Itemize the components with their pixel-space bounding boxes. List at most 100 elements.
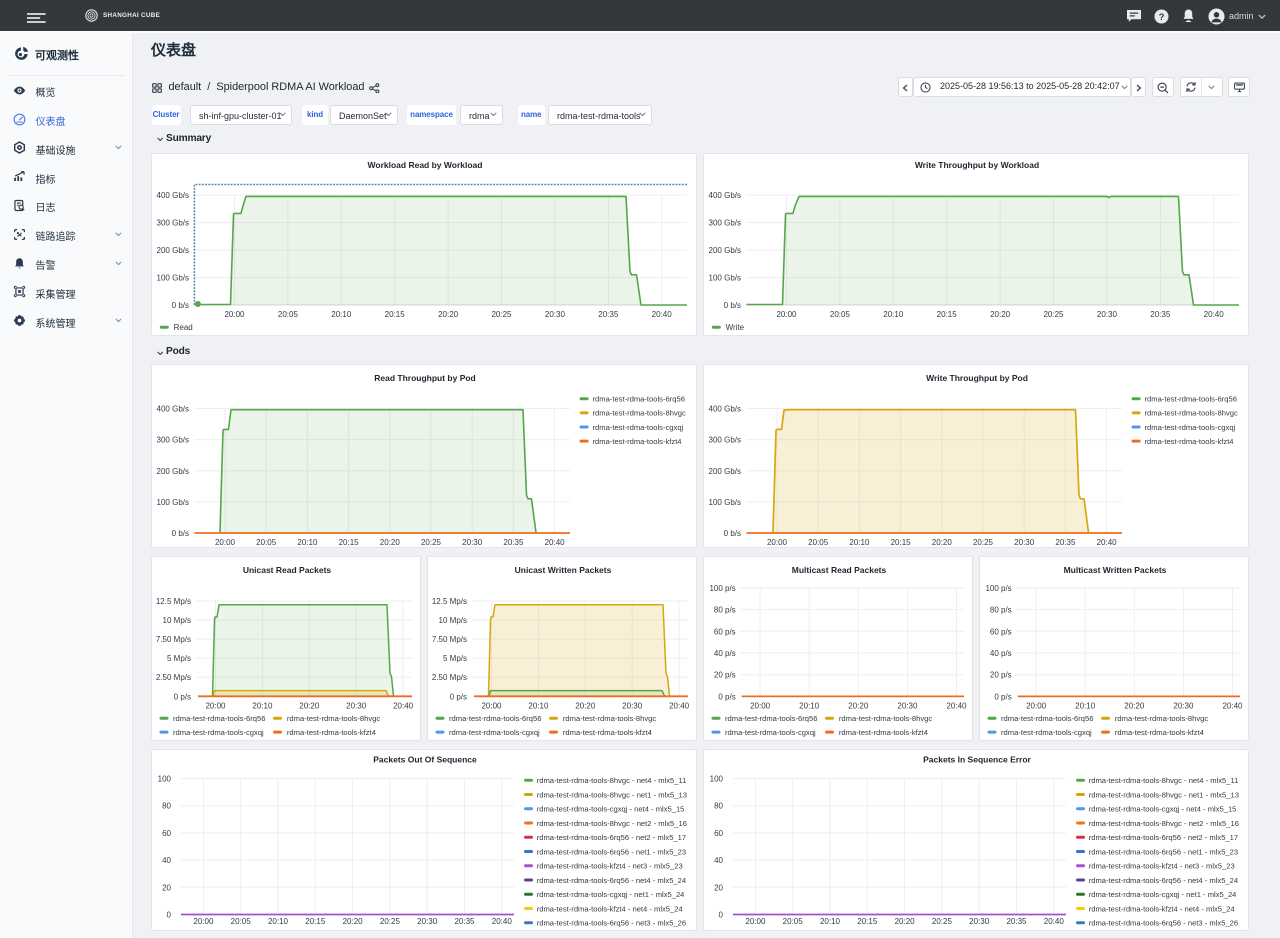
svg-text:100: 100 [158,775,172,784]
svg-text:0 p/s: 0 p/s [450,692,467,701]
svg-text:40: 40 [162,856,171,865]
svg-text:rdma-test-rdma-tools-cgxqj - n: rdma-test-rdma-tools-cgxqj - net1 - mlx5… [537,890,685,899]
svg-text:7.50 Mp/s: 7.50 Mp/s [432,635,467,644]
svg-text:20:40: 20:40 [492,917,513,926]
svg-text:?: ? [1159,12,1165,23]
svg-text:20:35: 20:35 [503,538,524,547]
svg-text:Workload Read by Workload: Workload Read by Workload [368,160,483,170]
svg-text:20:10: 20:10 [820,917,841,926]
svg-text:20:00: 20:00 [745,917,766,926]
svg-text:0: 0 [167,911,172,920]
svg-text:rdma-test-rdma-tools-8hvgc - n: rdma-test-rdma-tools-8hvgc - net1 - mlx5… [537,790,687,799]
svg-text:20: 20 [714,883,723,892]
svg-text:rdma-test-rdma-tools-kfzt4: rdma-test-rdma-tools-kfzt4 [1145,437,1234,446]
svg-text:300 Gb/s: 300 Gb/s [157,219,189,228]
svg-text:20:10: 20:10 [849,538,870,547]
svg-text:0: 0 [719,911,724,920]
svg-text:20:30: 20:30 [1173,701,1194,710]
svg-text:rdma-test-rdma-tools-cgxqj: rdma-test-rdma-tools-cgxqj [725,728,816,737]
svg-text:200 Gb/s: 200 Gb/s [709,246,741,255]
svg-text:20:10: 20:10 [883,310,904,319]
svg-text:rdma-test-rdma-tools-8hvgc: rdma-test-rdma-tools-8hvgc [1145,409,1238,418]
svg-text:rdma-test-rdma-tools-6rq56: rdma-test-rdma-tools-6rq56 [1001,714,1093,723]
svg-text:200 Gb/s: 200 Gb/s [157,246,189,255]
svg-text:rdma-test-rdma-tools-kfzt4 - n: rdma-test-rdma-tools-kfzt4 - net4 - mlx5… [537,904,683,913]
svg-text:Write Throughput by Pod: Write Throughput by Pod [926,373,1028,383]
svg-text:rdma-test-rdma-tools-cgxqj: rdma-test-rdma-tools-cgxqj [449,728,540,737]
svg-text:rdma-test-rdma-tools-6rq56: rdma-test-rdma-tools-6rq56 [593,395,685,404]
svg-text:80 p/s: 80 p/s [990,606,1012,615]
svg-text:Unicast Read Packets: Unicast Read Packets [243,565,332,575]
svg-text:20:30: 20:30 [969,917,990,926]
svg-text:rdma-test-rdma-tools-8hvgc: rdma-test-rdma-tools-8hvgc [839,714,932,723]
svg-text:40 p/s: 40 p/s [714,649,736,658]
svg-text:rdma-test-rdma-tools-kfzt4: rdma-test-rdma-tools-kfzt4 [287,728,376,737]
svg-text:20 p/s: 20 p/s [714,671,736,680]
svg-text:rdma-test-rdma-tools-6rq56 - n: rdma-test-rdma-tools-6rq56 - net2 - mlx5… [1089,833,1238,842]
svg-text:2.50 Mp/s: 2.50 Mp/s [156,673,191,682]
svg-text:20:10: 20:10 [528,701,549,710]
svg-text:rdma-test-rdma-tools-cgxqj - n: rdma-test-rdma-tools-cgxqj - net4 - mlx5… [1089,805,1237,814]
svg-text:0 b/s: 0 b/s [724,301,741,310]
svg-text:20:25: 20:25 [421,538,442,547]
svg-text:rdma-test-rdma-tools-cgxqj: rdma-test-rdma-tools-cgxqj [173,728,264,737]
svg-text:20:30: 20:30 [417,917,438,926]
svg-text:300 Gb/s: 300 Gb/s [709,219,741,228]
svg-text:20:15: 20:15 [891,538,912,547]
svg-text:20:40: 20:40 [545,538,566,547]
svg-text:20:20: 20:20 [990,310,1011,319]
svg-text:20:20: 20:20 [848,701,869,710]
svg-text:20:30: 20:30 [462,538,483,547]
svg-text:20:35: 20:35 [598,310,619,319]
svg-text:20:30: 20:30 [1014,538,1035,547]
svg-text:20:20: 20:20 [343,917,364,926]
svg-text:rdma-test-rdma-tools-6rq56: rdma-test-rdma-tools-6rq56 [173,714,265,723]
svg-text:20:35: 20:35 [1055,538,1076,547]
svg-text:20:35: 20:35 [1150,310,1171,319]
svg-text:60: 60 [714,829,723,838]
svg-text:rdma-test-rdma-tools-cgxqj: rdma-test-rdma-tools-cgxqj [1145,423,1236,432]
svg-text:Read: Read [174,323,193,332]
svg-text:0 b/s: 0 b/s [172,301,189,310]
svg-text:2.50 Mp/s: 2.50 Mp/s [432,673,467,682]
svg-text:20:40: 20:40 [669,701,690,710]
svg-text:rdma-test-rdma-tools-cgxqj - n: rdma-test-rdma-tools-cgxqj - net4 - mlx5… [537,805,685,814]
svg-text:80: 80 [162,802,171,811]
svg-text:rdma-test-rdma-tools-8hvgc - n: rdma-test-rdma-tools-8hvgc - net4 - mlx5… [537,776,687,785]
svg-text:rdma-test-rdma-tools-8hvgc: rdma-test-rdma-tools-8hvgc [563,714,656,723]
svg-text:rdma-test-rdma-tools-cgxqj: rdma-test-rdma-tools-cgxqj [593,423,684,432]
svg-text:rdma-test-rdma-tools-cgxqj: rdma-test-rdma-tools-cgxqj [1001,728,1092,737]
svg-text:20:15: 20:15 [937,310,958,319]
svg-text:20:05: 20:05 [256,538,277,547]
svg-text:400 Gb/s: 400 Gb/s [709,191,741,200]
svg-text:20:00: 20:00 [193,917,214,926]
svg-text:300 Gb/s: 300 Gb/s [157,436,189,445]
svg-text:20:20: 20:20 [1124,701,1145,710]
svg-text:100: 100 [710,775,724,784]
svg-text:Write Throughput by Workload: Write Throughput by Workload [915,160,1039,170]
svg-text:rdma-test-rdma-tools-6rq56: rdma-test-rdma-tools-6rq56 [725,714,817,723]
svg-text:rdma-test-rdma-tools-6rq56 - n: rdma-test-rdma-tools-6rq56 - net1 - mlx5… [1089,847,1238,856]
svg-text:Unicast Written Packets: Unicast Written Packets [515,565,612,575]
svg-text:20:25: 20:25 [1043,310,1064,319]
svg-text:rdma-test-rdma-tools-6rq56: rdma-test-rdma-tools-6rq56 [449,714,541,723]
svg-text:20:30: 20:30 [545,310,566,319]
svg-text:20:00: 20:00 [481,701,502,710]
svg-text:300 Gb/s: 300 Gb/s [709,436,741,445]
svg-text:20:00: 20:00 [205,701,226,710]
svg-text:rdma-test-rdma-tools-kfzt4 - n: rdma-test-rdma-tools-kfzt4 - net3 - mlx5… [1089,862,1235,871]
svg-text:20:10: 20:10 [331,310,352,319]
svg-text:20:20: 20:20 [438,310,459,319]
svg-text:80: 80 [714,802,723,811]
svg-text:20:25: 20:25 [491,310,512,319]
svg-text:400 Gb/s: 400 Gb/s [709,405,741,414]
svg-text:20:15: 20:15 [305,917,326,926]
svg-text:20:40: 20:40 [1044,917,1065,926]
svg-text:20:40: 20:40 [393,701,414,710]
svg-text:200 Gb/s: 200 Gb/s [709,467,741,476]
svg-text:20:30: 20:30 [346,701,367,710]
svg-text:20:00: 20:00 [776,310,797,319]
svg-text:rdma-test-rdma-tools-kfzt4: rdma-test-rdma-tools-kfzt4 [839,728,928,737]
svg-text:100 Gb/s: 100 Gb/s [157,274,189,283]
svg-text:Multicast Written Packets: Multicast Written Packets [1064,565,1167,575]
